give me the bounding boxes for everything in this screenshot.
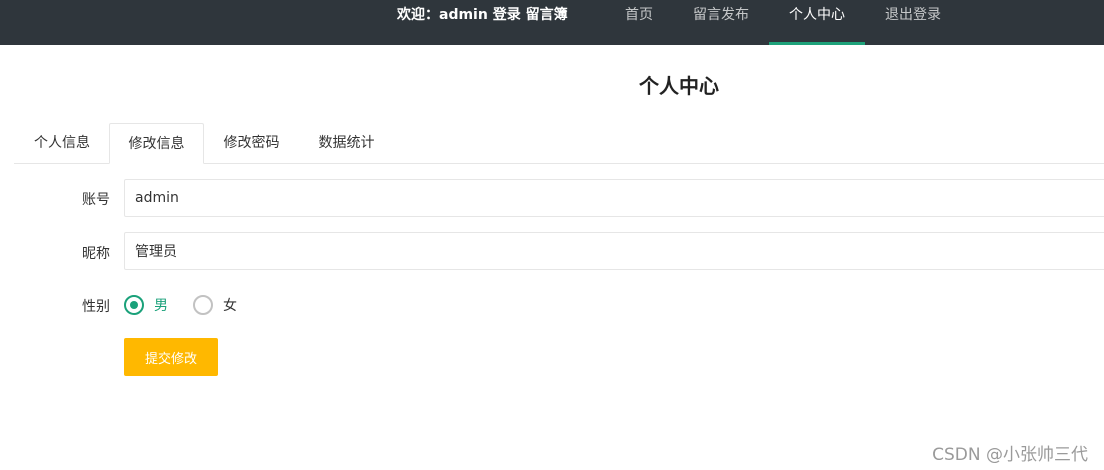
tab-personal-info-label: 个人信息 [34, 135, 90, 151]
tab-edit-info-label: 修改信息 [128, 136, 185, 152]
tab-personal-info[interactable]: 个人信息 [15, 123, 109, 164]
account-label: 账号 [82, 192, 110, 208]
nav-post-message[interactable]: 留言发布 [683, 0, 759, 45]
radio-checked-icon [124, 295, 144, 315]
nav-logout-label: 退出登录 [885, 7, 941, 23]
gender-radio-male[interactable]: 男 [124, 294, 168, 316]
nav-logout[interactable]: 退出登录 [875, 0, 951, 45]
nav-home-label: 首页 [625, 7, 653, 23]
gender-female-label: 女 [223, 298, 237, 314]
nav-personal-center-label: 个人中心 [789, 7, 845, 23]
nav-home[interactable]: 首页 [612, 0, 666, 45]
nav-personal-center[interactable]: 个人中心 [769, 0, 865, 45]
gender-radio-female[interactable]: 女 [193, 294, 237, 316]
account-input[interactable] [124, 179, 1104, 217]
tab-edit-info[interactable]: 修改信息 [109, 123, 204, 164]
watermark: CSDN @小张帅三代 [932, 445, 1088, 465]
radio-unchecked-icon [193, 295, 213, 315]
nav-post-message-label: 留言发布 [693, 7, 749, 23]
nickname-input[interactable] [124, 232, 1104, 270]
tab-data-statistics[interactable]: 数据统计 [299, 123, 394, 164]
gender-male-label: 男 [154, 298, 168, 314]
tab-change-password-label: 修改密码 [223, 135, 280, 151]
top-navbar: 欢迎：admin 登录 留言簿 首页 留言发布 个人中心 退出登录 [0, 0, 1104, 45]
page-title: 个人中心 [639, 74, 719, 98]
submit-button[interactable]: 提交修改 [124, 338, 218, 376]
tab-change-password[interactable]: 修改密码 [204, 123, 299, 164]
welcome-text: 欢迎：admin 登录 留言簿 [397, 7, 568, 23]
nav-active-indicator [769, 42, 865, 45]
tab-data-statistics-label: 数据统计 [318, 135, 375, 151]
nickname-label: 昵称 [82, 246, 110, 262]
gender-label: 性别 [82, 299, 110, 315]
